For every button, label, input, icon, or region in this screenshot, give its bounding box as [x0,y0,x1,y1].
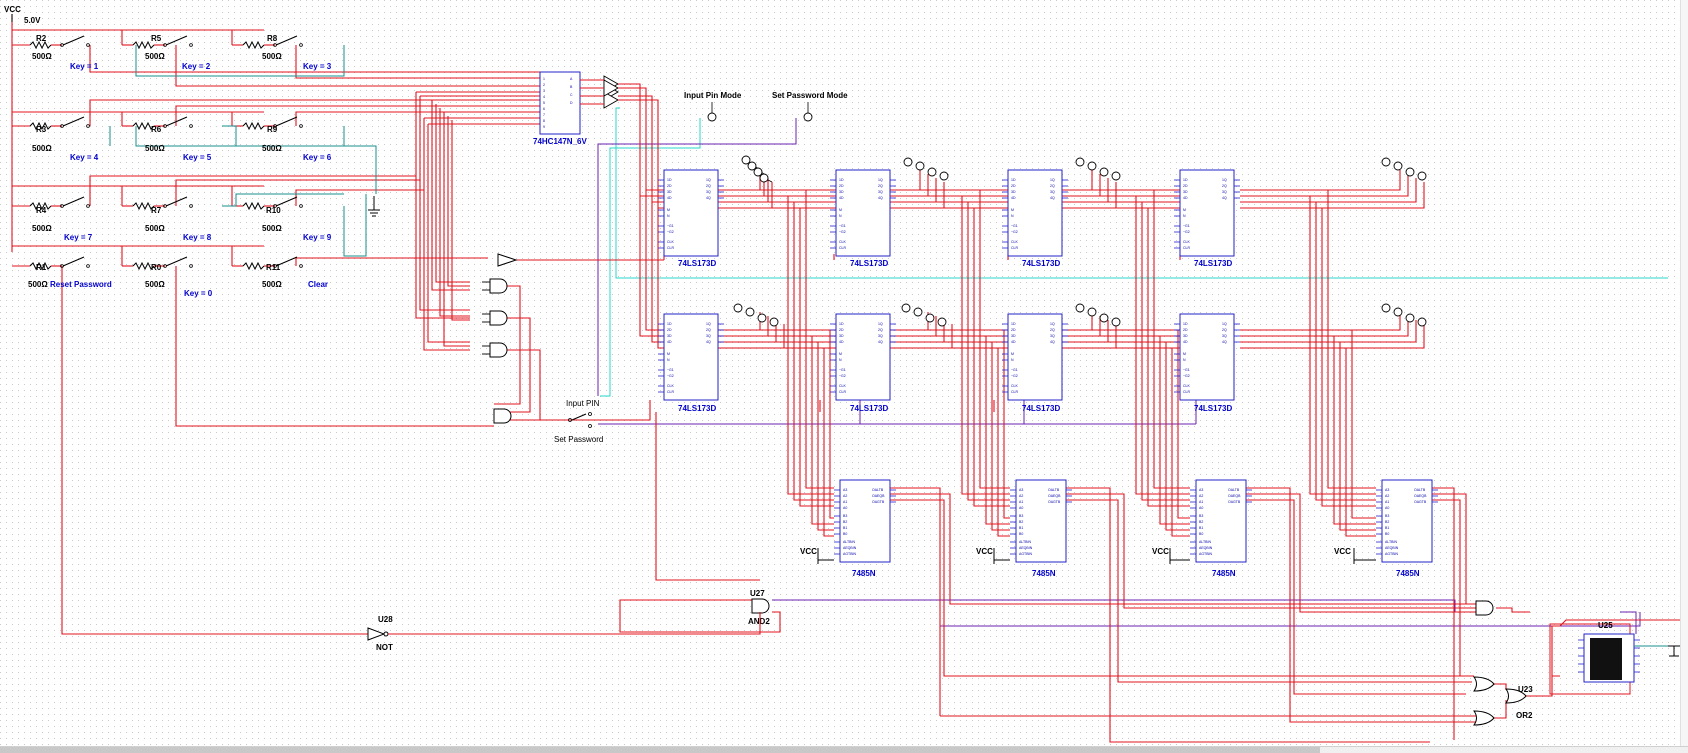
comparator-label: 7485N [1212,569,1236,578]
register-label: 74LS173D [678,404,716,413]
resistor-ref: R9 [267,125,278,134]
resistor-value: 500Ω [262,224,282,233]
resistor-ref: R10 [266,206,281,215]
resistor-value: 500Ω [145,52,165,61]
vcc-label: VCC [4,5,21,14]
input-pin-label: Input PIN [566,399,600,408]
resistor-ref: R11 [266,263,281,272]
register-label: 74LS173D [850,259,888,268]
resistor-ref: R6 [151,125,162,134]
svg-text:9: 9 [543,125,545,129]
register-label: 74LS173D [1194,259,1232,268]
resistor-ref: R3 [36,125,47,134]
register-label: 74LS173D [850,404,888,413]
resistor-value: 500Ω [28,280,48,289]
register-label: 74LS173D [1022,404,1060,413]
vcc-tie: VCC [1334,547,1351,556]
resistor-value: 500Ω [32,224,52,233]
resistor-ref: R5 [151,34,162,43]
and-gate-ref: U27 [750,589,765,598]
svg-text:5: 5 [543,101,545,105]
svg-text:2: 2 [543,83,545,87]
register-label: 74LS173D [1022,259,1060,268]
svg-text:7: 7 [543,113,545,117]
vcc-tie: VCC [800,547,817,556]
set-password-mode-label: Set Password Mode [772,91,848,100]
register-label: 74LS173D [678,259,716,268]
or-gate-type: OR2 [1516,711,1533,720]
key-label[interactable]: Clear [308,280,328,289]
vertical-scrollbar[interactable] [1680,0,1688,746]
svg-text:1: 1 [543,77,545,81]
encoder-chip[interactable]: 123 456 789 ABCD [539,71,581,135]
supply-voltage-label: 5.0V [24,16,41,25]
resistor-value: 500Ω [262,280,282,289]
set-password-label: Set Password [554,435,603,444]
vcc-tie: VCC [976,547,993,556]
scroll-thumb[interactable] [0,747,1320,753]
comparator-label: 7485N [1396,569,1420,578]
comparator-label: 7485N [1032,569,1056,578]
resistor-ref: R0 [151,263,162,272]
and-gate-type: AND2 [748,617,770,626]
not-gate-type: NOT [376,643,393,652]
resistor-ref: R4 [36,206,47,215]
resistor-ref: R1 [36,263,47,272]
svg-text:6: 6 [543,107,545,111]
comparator-label: 7485N [852,569,876,578]
schematic-canvas[interactable]: 1D2D3D4D MN ~G1~G2 CLKCLR 1Q2Q3Q4Q A3A2A… [0,0,1680,746]
key-label[interactable]: Key = 9 [303,233,332,242]
svg-text:4: 4 [543,95,545,99]
key-label[interactable]: Key = 0 [184,289,213,298]
resistor-value: 500Ω [32,52,52,61]
not-gate-ref: U28 [378,615,393,624]
key-label[interactable]: Key = 1 [70,62,99,71]
key-label[interactable]: Reset Password [50,280,112,289]
input-pin-mode-label: Input Pin Mode [684,91,742,100]
resistor-ref: R8 [267,34,278,43]
resistor-ref: R7 [151,206,162,215]
key-label[interactable]: Key = 7 [64,233,93,242]
key-label[interactable]: Key = 4 [70,153,99,162]
key-label[interactable]: Key = 3 [303,62,332,71]
key-label[interactable]: Key = 2 [182,62,211,71]
resistor-value: 500Ω [145,224,165,233]
or-gate-ref: U23 [1518,685,1533,694]
encoder-label: 74HC147N_6V [533,137,587,146]
key-label[interactable]: Key = 8 [183,233,212,242]
key-label[interactable]: Key = 5 [183,153,212,162]
key-label[interactable]: Key = 6 [303,153,332,162]
vcc-tie: VCC [1152,547,1169,556]
svg-text:8: 8 [543,119,545,123]
display-ref: U25 [1598,621,1613,630]
resistor-value: 500Ω [262,52,282,61]
resistor-value: 500Ω [32,144,52,153]
register-label: 74LS173D [1194,404,1232,413]
resistor-value: 500Ω [145,144,165,153]
resistor-ref: R2 [36,34,47,43]
resistor-value: 500Ω [145,280,165,289]
resistor-value: 500Ω [262,144,282,153]
svg-text:3: 3 [543,89,545,93]
